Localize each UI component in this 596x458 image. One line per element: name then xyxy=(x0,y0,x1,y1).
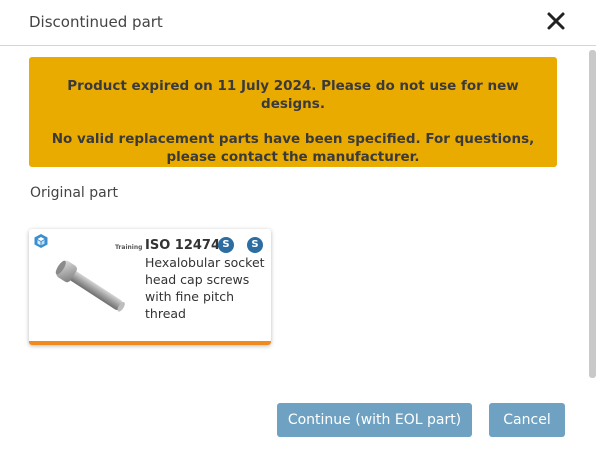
s-badge-icon: S xyxy=(218,237,234,253)
continue-with-eol-button[interactable]: Continue (with EOL part) xyxy=(277,403,472,437)
part-code: ISO 12474 xyxy=(145,238,221,253)
cancel-button[interactable]: Cancel xyxy=(489,403,565,437)
expiry-warning-banner: Product expired on 11 July 2024. Please … xyxy=(29,57,557,167)
dialog-header: Discontinued part xyxy=(0,0,596,46)
card-accent-bar xyxy=(29,341,271,345)
warning-expiry-text: Product expired on 11 July 2024. Please … xyxy=(67,78,519,112)
discontinued-part-dialog: Discontinued part Product expired on 11 … xyxy=(0,0,596,458)
part-image xyxy=(47,255,135,323)
close-icon[interactable] xyxy=(545,10,567,32)
cube-icon xyxy=(33,233,49,249)
original-part-card[interactable]: Training ISO 12474 S S Hexalobular socke… xyxy=(29,229,271,345)
scrollbar[interactable] xyxy=(589,50,596,378)
warning-replacement-text: No valid replacement parts have been spe… xyxy=(51,131,535,165)
part-description: Hexalobular socket head cap screws with … xyxy=(145,255,265,321)
dialog-title: Discontinued part xyxy=(29,13,163,31)
s-badge-icon: S xyxy=(247,237,263,253)
training-tag: Training xyxy=(115,244,143,251)
original-part-label: Original part xyxy=(30,185,118,201)
